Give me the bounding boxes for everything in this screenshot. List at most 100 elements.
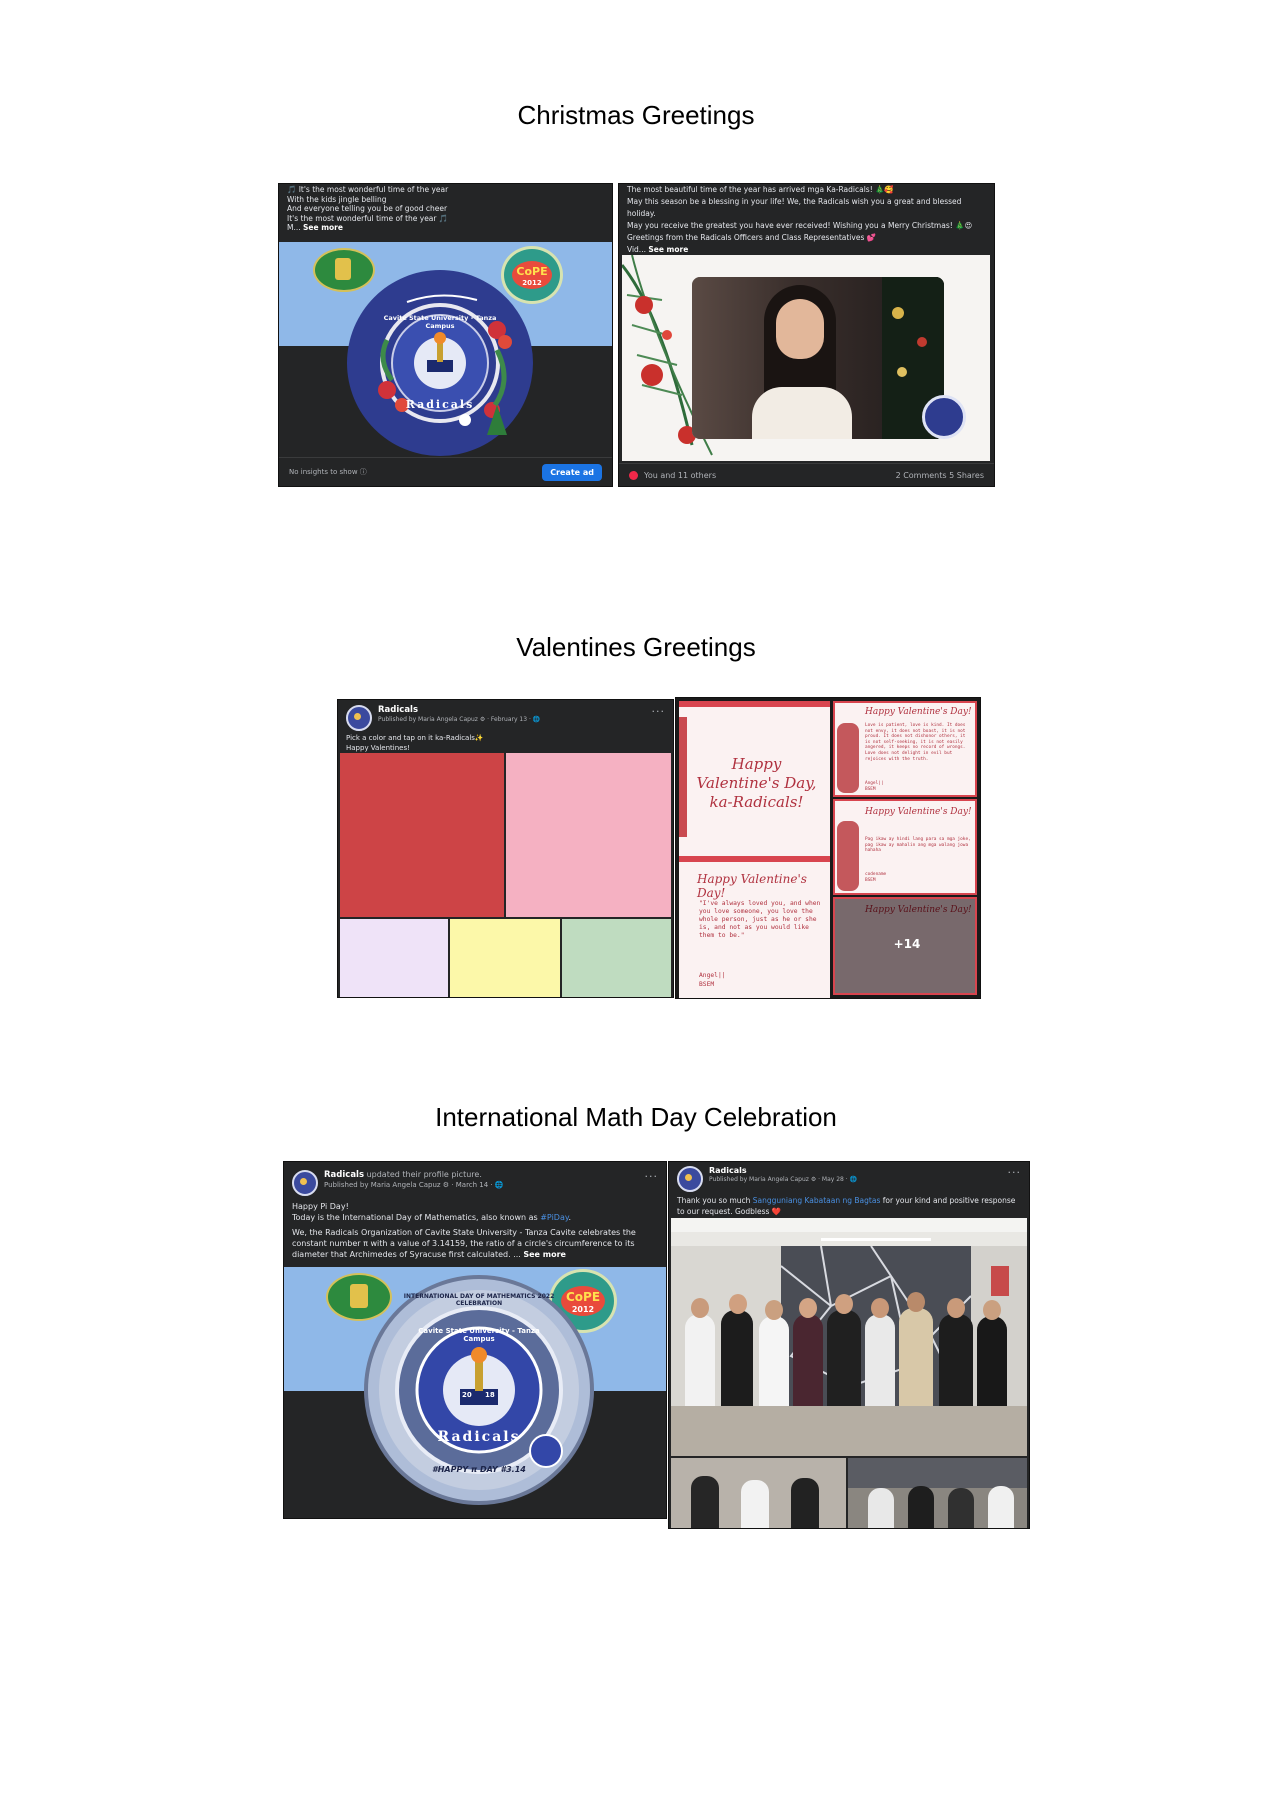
valentine-card-3[interactable]: Happy Valentine's Day! Pag ikaw ay hindi… [833,799,977,895]
caption-line: 🎵 It's the most wonderful time of the ye… [287,185,449,194]
photo-thumb-2[interactable] [848,1458,1027,1528]
card-dept: BSEM [865,787,876,792]
color-tile-pink[interactable] [506,753,671,917]
card-text: Pag ikaw ay hindi lang para sa mga joke,… [865,837,971,854]
valentine-card-main[interactable]: Happy Valentine's Day, ka-Radicals! [679,701,830,859]
year-right: 18 [485,1391,495,1399]
ring-inner-text: Cavite State University - Tanza Campus [418,1327,540,1343]
post-meta: Published by Maria Angela Capuz ⚙ · Marc… [324,1181,504,1189]
valentine-card-quote[interactable]: Happy Valentine's Day! "I've always love… [679,856,830,998]
valentine-post-2: Happy Valentine's Day, ka-Radicals! Happ… [676,698,980,998]
love-reaction-icon[interactable] [629,470,638,480]
valentine-greeting-title: Happy Valentine's Day, ka-Radicals! [696,755,817,811]
wreath-icon [378,294,512,435]
comments-shares-text[interactable]: 2 Comments 5 Shares [896,471,984,480]
ring-bottom-text: Radicals [437,1429,521,1445]
person-face [776,299,824,359]
more-options-icon[interactable]: ··· [645,1170,659,1183]
caption-line: We, the Radicals Organization of Cavite … [292,1227,658,1260]
caption-line: May you receive the greatest you have ev… [627,221,973,230]
reactions-text[interactable]: You and 11 others [644,471,716,480]
create-ad-button[interactable]: Create ad [542,463,602,481]
card-text: Love is patient, love is kind. It does n… [865,723,966,762]
caption-line: May this season be a blessing in your li… [627,197,962,218]
person-shirt [752,387,852,439]
see-more-row: M... See more [287,223,604,233]
ring-text: Cavite State University - Tanza Campus [383,314,497,330]
video-frame [692,277,944,439]
color-tile-green[interactable] [562,919,671,997]
math-day-logo: INTERNATIONAL DAY OF MATHEMATICS 2022 CE… [364,1275,594,1505]
caption-text: We, the Radicals Organization of Cavite … [292,1228,636,1259]
card-title: Happy Valentine's Day! [865,707,972,717]
post-meta: Published by Maria Angela Capuz ⚙ · May … [709,1176,858,1183]
see-more-link[interactable]: See more [523,1250,566,1259]
caption-text: . [568,1213,571,1222]
post-header: Radicals Published by Maria Angela Capuz… [338,700,673,733]
reactions-bar: You and 11 others 2 Comments 5 Shares [619,463,994,486]
photo-thumb-1[interactable] [671,1458,846,1528]
section-title-valentines: Valentines Greetings [516,632,756,662]
caption-line: Today is the International Day of Mathem… [292,1212,658,1223]
see-more-link[interactable]: See more [648,245,688,254]
profile-image[interactable]: CoPE 2012 Cavite State University - Tanz… [279,242,612,457]
hashtag-link[interactable]: #PiDay [540,1213,568,1222]
christmas-post-1: 🎵 It's the most wonderful time of the ye… [279,184,612,486]
card-title: Happy Valentine's Day! [697,872,807,900]
greeting-video[interactable] [622,255,990,461]
avatar[interactable] [677,1166,703,1192]
page-name[interactable]: Radicals [378,705,540,715]
color-tile-red[interactable] [340,753,504,917]
math-post-1: Radicals updated their profile picture. … [284,1162,666,1518]
caption-line: Happy Pi Day! [292,1202,349,1211]
caption-text: Today is the International Day of Mathem… [292,1213,541,1222]
post-header: Radicals Published by Maria Angela Capuz… [669,1162,1029,1194]
color-tile-lavender[interactable] [340,919,448,997]
post-caption: 🎵 It's the most wonderful time of the ye… [279,184,612,235]
valentine-card-2[interactable]: Happy Valentine's Day! Love is patient, … [833,701,977,797]
post-caption: Happy Pi Day! Today is the International… [284,1198,666,1262]
truncated-text: M... [287,223,301,232]
page-name[interactable]: Radicals [324,1170,364,1180]
caption-line: The most beautiful time of the year has … [627,185,894,194]
more-options-icon[interactable]: ··· [1008,1166,1022,1179]
section-title-christmas: Christmas Greetings [517,100,755,130]
group-photo[interactable] [671,1218,1027,1456]
post-action: updated their profile picture. [366,1170,482,1179]
more-photos-count[interactable]: +14 [835,937,975,951]
valentine-card-more[interactable]: Happy Valentine's Day! +14 [833,897,977,995]
card-author: Angel|| [699,972,726,979]
card-title: Happy Valentine's Day! [865,807,972,817]
radicals-logo-wreath: Cavite State University - Tanza Campus R… [347,270,533,456]
card-dept: BSEM [699,981,715,988]
section-title-mathday: International Math Day Celebration [435,1102,837,1132]
caption-line: It's the most wonderful time of the year… [287,213,449,223]
caption-line: Happy Valentines! [346,744,410,752]
more-options-icon[interactable]: ··· [652,705,666,718]
caption-line: And everyone telling you be of good chee… [287,204,448,213]
post-caption: Pick a color and tap on it ka-Radicals✨ … [338,733,673,755]
see-more-link[interactable]: See more [303,223,343,232]
caption-line: With the kids jingle belling [287,194,387,204]
year-left: 20 [462,1391,472,1399]
post-meta: Published by Maria Angela Capuz ⚙ · Febr… [378,716,541,723]
radicals-logo-icon [922,395,966,439]
avatar[interactable] [346,705,372,731]
caption-line: Greetings from the Radicals Officers and… [627,233,877,242]
color-grid [340,753,671,997]
profile-image[interactable]: CoPE 2012 INTERNATIONAL DAY OF MATHEMATI… [284,1267,666,1518]
post-header: Radicals updated their profile picture. … [284,1162,666,1198]
caption-text: Thank you so much [677,1196,753,1205]
math-post-2: Radicals Published by Maria Angela Capuz… [669,1162,1029,1528]
color-tile-yellow[interactable] [450,919,560,997]
insights-text: No insights to show ⓘ [289,468,367,476]
header-line: Radicals updated their profile picture. [324,1170,504,1180]
avatar[interactable] [292,1170,318,1196]
tagged-page-link[interactable]: Sangguniang Kabataan ng Bagtas [753,1196,881,1205]
card-quote: "I've always loved you, and when you lov… [699,900,821,939]
card-dept: BSEM [865,878,876,883]
post-caption: Thank you so much Sangguniang Kabataan n… [669,1194,1029,1219]
pi-day-text: #HAPPY π DAY #3.14 [432,1465,526,1474]
valentine-post-1: Radicals Published by Maria Angela Capuz… [338,700,673,997]
page-name[interactable]: Radicals [709,1166,857,1175]
